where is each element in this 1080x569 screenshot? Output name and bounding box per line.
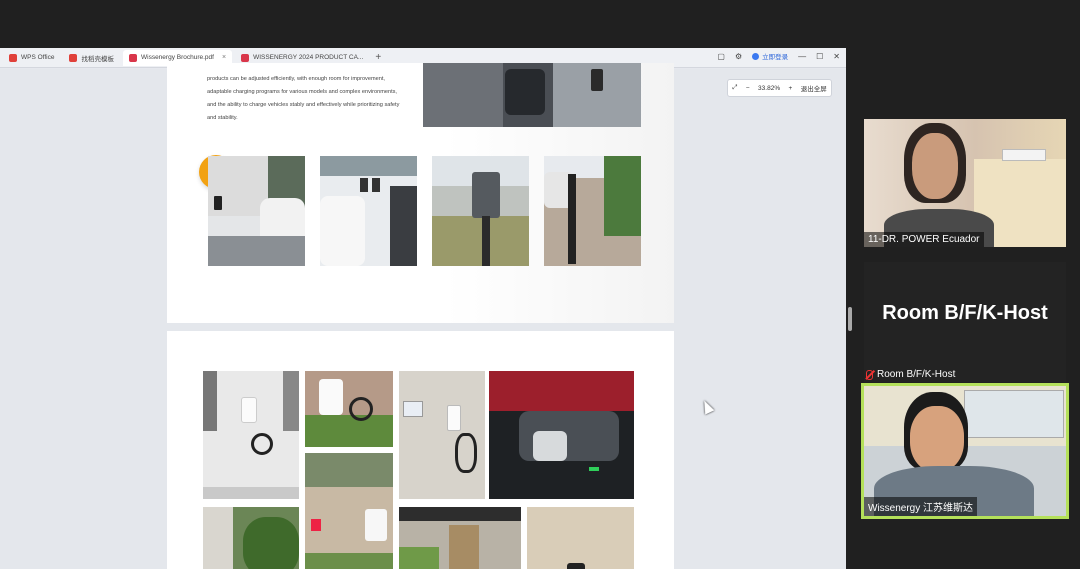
photo-charger-stone-wall xyxy=(527,507,634,569)
tab-label: 找稻壳模板 xyxy=(81,55,114,63)
page-paragraph: products can be adjusted efficiently, wi… xyxy=(207,76,400,121)
shared-screen-wps-window: WPS Office 找稻壳模板 Wissenergy Brochure.pdf… xyxy=(0,48,846,569)
template-icon xyxy=(69,53,78,62)
user-icon xyxy=(752,52,760,60)
tab-label: WPS Office xyxy=(21,54,55,61)
photo-charger-snow xyxy=(320,156,417,266)
photo-charger-wall-car xyxy=(208,156,305,266)
photo-charger-garden xyxy=(305,371,393,447)
pdf-page xyxy=(167,331,674,569)
tab-label: Wissenergy Brochure.pdf xyxy=(140,54,214,61)
photo-charger-pergola xyxy=(399,507,521,569)
photo-charger-pedestal xyxy=(432,156,529,266)
photo-charging-plug-car xyxy=(489,371,634,499)
photo-charger-wall-box xyxy=(305,453,393,569)
zoom-in-button[interactable]: + xyxy=(789,85,793,92)
zoom-out-button[interactable]: − xyxy=(746,85,750,92)
minimize-icon[interactable]: — xyxy=(798,52,806,61)
photo-charger-garage xyxy=(399,371,485,499)
participant-label: Room B/F/K-Host xyxy=(866,369,955,380)
photo-charger-tree xyxy=(203,507,299,569)
meeting-screen: WPS Office 找稻壳模板 Wissenergy Brochure.pdf… xyxy=(0,0,1080,569)
zoom-toolbar: ⤢ − 33.82% + 退出全屏 xyxy=(727,79,832,97)
tab-template[interactable]: 找稻壳模板 xyxy=(63,50,120,66)
photo-charger-sidewalk xyxy=(544,156,641,266)
muted-mic-icon xyxy=(866,369,873,380)
pdf-icon xyxy=(128,53,137,62)
pdf-document-area[interactable]: products can be adjusted efficiently, wi… xyxy=(0,63,846,569)
participant-video-tile[interactable]: Room B/F/K-Host Room B/F/K-Host xyxy=(864,262,1066,382)
maximize-icon[interactable]: ☐ xyxy=(816,52,823,61)
add-tab-icon[interactable]: + xyxy=(375,52,381,63)
fit-screen-icon[interactable]: ⤢ xyxy=(732,84,737,92)
participant-name: Wissenergy 江苏维斯达 xyxy=(864,497,978,516)
zoom-level: 33.82% xyxy=(758,84,781,92)
login-button[interactable]: 立即登录 xyxy=(752,51,788,61)
pdf-page: products can be adjusted efficiently, wi… xyxy=(167,63,674,323)
photo-white-charger-wall xyxy=(203,371,299,499)
participant-name: Room B/F/K-Host xyxy=(877,369,956,380)
tab-wps-office[interactable]: WPS Office xyxy=(3,50,60,66)
photo-charger-car-top xyxy=(423,63,641,127)
settings-icon[interactable]: ⚙ xyxy=(735,52,742,61)
participant-video-tile[interactable]: 11-DR. POWER Ecuador xyxy=(864,119,1066,247)
login-label: 立即登录 xyxy=(762,54,789,61)
participant-name: 11-DR. POWER Ecuador xyxy=(864,232,984,247)
layout-icon[interactable]: ▢ xyxy=(717,52,725,61)
close-window-icon[interactable]: ✕ xyxy=(833,52,840,61)
pdf-icon xyxy=(241,53,250,62)
exit-fullscreen-button[interactable]: 退出全屏 xyxy=(801,83,827,93)
window-controls: ▢ ⚙ 立即登录 — ☐ ✕ xyxy=(717,51,840,62)
active-speaker-video-tile[interactable]: Wissenergy 江苏维斯达 xyxy=(861,383,1069,519)
tab-label: WISSENERGY 2024 PRODUCT CA... xyxy=(253,54,364,61)
split-handle[interactable] xyxy=(848,307,852,331)
close-icon[interactable]: × xyxy=(222,54,226,61)
participant-display-name: Room B/F/K-Host xyxy=(882,302,1048,324)
wps-icon xyxy=(9,53,17,62)
